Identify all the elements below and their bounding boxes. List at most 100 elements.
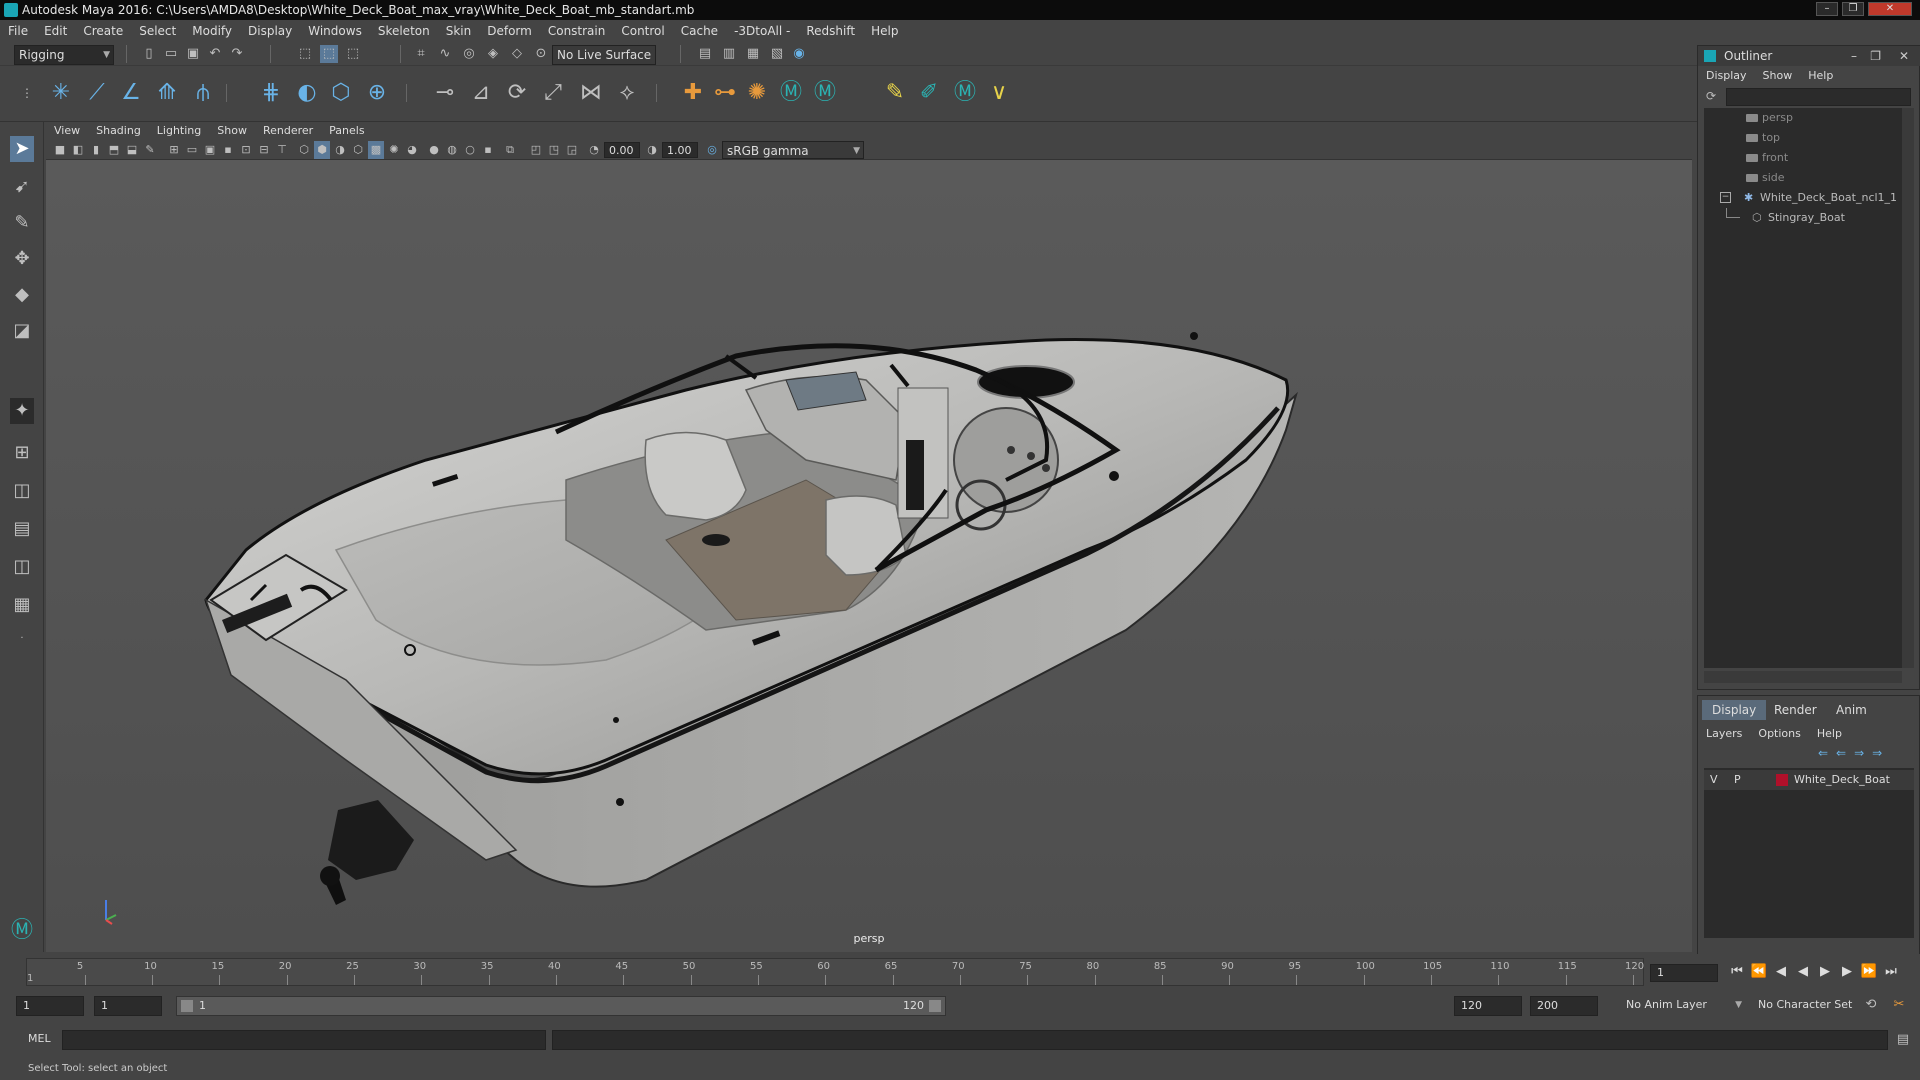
outliner-horizontal-scrollbar[interactable] [1704, 671, 1902, 683]
select-tool-icon[interactable]: ➤ [10, 136, 34, 162]
viewport-menu-panels[interactable]: Panels [321, 122, 372, 140]
menu-skin[interactable]: Skin [438, 20, 480, 42]
set-driven-key-icon[interactable]: ⊶ [710, 78, 740, 108]
menu-edit[interactable]: Edit [36, 20, 75, 42]
safe-title-icon[interactable]: ⊤ [274, 141, 290, 159]
current-frame-field[interactable]: 1 [1650, 964, 1718, 982]
minimize-button[interactable]: – [1816, 2, 1838, 16]
new-scene-icon[interactable]: ▯ [140, 45, 158, 63]
menu-constrain[interactable]: Constrain [540, 20, 614, 42]
maximize-button[interactable]: ❐ [1842, 2, 1864, 16]
render-globe-icon[interactable]: ◉ [790, 45, 808, 63]
menu-create[interactable]: Create [75, 20, 131, 42]
menuset-dropdown[interactable]: Rigging ▼ [14, 45, 114, 65]
snap-pivot-icon[interactable]: ⊙ [532, 45, 550, 63]
outliner-minimize-icon[interactable]: – [1851, 46, 1857, 66]
viewport-persp[interactable]: persp [46, 160, 1692, 952]
tab-display[interactable]: Display [1702, 700, 1767, 720]
isolate-select-icon[interactable]: ⧉ [502, 141, 518, 159]
single-view-icon[interactable]: ✦ [10, 398, 34, 424]
end-time-field[interactable]: 200 [1530, 996, 1598, 1016]
two-view-icon[interactable]: ◫ [10, 478, 34, 504]
outliner-item-stingray-boat[interactable]: ⬡ Stingray_Boat [1704, 208, 1902, 228]
xray-joints-icon[interactable]: ◳ [546, 141, 562, 159]
move-tool-icon[interactable]: ✥ [10, 246, 34, 272]
collapse-icon[interactable]: − [1720, 192, 1731, 203]
use-default-material-icon[interactable]: ◑ [332, 141, 348, 159]
xray-components-icon[interactable]: ◲ [564, 141, 580, 159]
auto-key-icon[interactable]: ⟲ [1862, 996, 1880, 1014]
mirror-joint-icon[interactable]: ⫛ [188, 78, 218, 108]
select-hierarchy-icon[interactable]: ⬚ [296, 45, 314, 63]
outliner-layout-icon[interactable]: ▤ [10, 516, 34, 542]
outliner-maximize-icon[interactable]: ❐ [1870, 46, 1881, 66]
rotate-tool-icon[interactable]: ◆ [10, 282, 34, 308]
field-chart-icon[interactable]: ⊡ [238, 141, 254, 159]
exposure-icon[interactable]: ◔ [586, 141, 602, 159]
motion-blur-icon[interactable]: ◍ [444, 141, 460, 159]
anim-layer-dropdown[interactable]: No Anim Layer ▼ [1620, 996, 1744, 1016]
snap-grid-icon[interactable]: ⌗ [412, 45, 430, 63]
layer-row-white-deck-boat[interactable]: V P White_Deck_Boat [1704, 770, 1914, 790]
menu-skeleton[interactable]: Skeleton [370, 20, 438, 42]
gate-mask-icon[interactable]: ▪ [220, 141, 236, 159]
bind-skin-icon[interactable]: ⋕ [256, 78, 286, 108]
lattice-icon[interactable]: ⬡ [326, 78, 356, 108]
character-set-dropdown[interactable]: No Character Set [1752, 996, 1862, 1016]
outliner-vertical-scrollbar[interactable] [1902, 108, 1914, 668]
paint-select-tool-icon[interactable]: ✎ [10, 210, 34, 236]
depth-of-field-icon[interactable]: ▪ [480, 141, 496, 159]
menu-file[interactable]: File [0, 20, 36, 42]
outliner-item-side[interactable]: side [1704, 168, 1902, 188]
viewport-menu-shading[interactable]: Shading [88, 122, 149, 140]
step-back-frame-icon[interactable]: ◀︎ [1770, 964, 1792, 979]
outliner-close-icon[interactable]: ✕ [1899, 46, 1909, 66]
graph-layout-icon[interactable]: ◫ [10, 554, 34, 580]
undo-icon[interactable]: ↶ [206, 45, 224, 63]
four-view-icon[interactable]: ⊞ [10, 440, 34, 466]
play-back-icon[interactable]: ◀ [1792, 964, 1814, 979]
step-forward-frame-icon[interactable]: ▶︎ [1836, 964, 1858, 979]
live-surface-field[interactable]: No Live Surface [552, 45, 656, 65]
smooth-shade-icon[interactable]: ⬢ [314, 141, 330, 159]
ik-handle-icon[interactable]: ⟋ [82, 78, 112, 108]
maya-tool-c-icon[interactable]: Ⓜ [950, 78, 980, 108]
range-handle-start[interactable] [181, 1000, 193, 1012]
go-to-start-icon[interactable]: ⏮ [1726, 964, 1748, 979]
gamma-field[interactable]: 1.00 [662, 142, 698, 158]
play-forward-icon[interactable]: ▶ [1814, 964, 1836, 979]
open-scene-icon[interactable]: ▭ [162, 45, 180, 63]
layers-menu-help[interactable]: Help [1809, 724, 1850, 744]
safe-action-icon[interactable]: ⊟ [256, 141, 272, 159]
ik-spline-icon[interactable]: ∠ [116, 78, 146, 108]
menu-3dtoall[interactable]: -3DtoAll - [726, 20, 798, 42]
menu-deform[interactable]: Deform [479, 20, 540, 42]
scale-tool-icon[interactable]: ◪ [10, 318, 34, 344]
viewport-menu-renderer[interactable]: Renderer [255, 122, 321, 140]
outliner-filter-icon[interactable]: ⟳ [1706, 89, 1716, 103]
close-button[interactable]: ✕ [1868, 2, 1912, 16]
step-back-key-icon[interactable]: ⏪ [1748, 964, 1770, 979]
select-component-icon[interactable]: ⬚ [344, 45, 362, 63]
parent-constraint-icon[interactable]: ⋈ [576, 78, 606, 108]
two-d-pan-icon[interactable]: ⬓ [124, 141, 140, 159]
gamma-icon[interactable]: ◑ [644, 141, 660, 159]
image-plane-icon[interactable]: ⬒ [106, 141, 122, 159]
viewport-menu-lighting[interactable]: Lighting [149, 122, 209, 140]
camera-icon[interactable]: ■ [52, 141, 68, 159]
menu-redshift[interactable]: Redshift [798, 20, 863, 42]
vertex-tool-icon[interactable]: ∨ [984, 78, 1014, 108]
time-ruler[interactable]: 1 5 10 15 20 25 30 35 40 45 50 55 60 65 70 75 80 85 90 95 1… [26, 958, 1644, 986]
outliner-item-top[interactable]: top [1704, 128, 1902, 148]
start-time-field[interactable]: 1 [16, 996, 84, 1016]
viewport-menu-show[interactable]: Show [209, 122, 255, 140]
color-management-icon[interactable]: ◎ [704, 141, 720, 159]
layers-menu-options[interactable]: Options [1750, 724, 1808, 744]
tab-anim[interactable]: Anim [1826, 700, 1877, 720]
lasso-tool-icon[interactable]: ➹ [10, 174, 34, 200]
viewport-menu-view[interactable]: View [46, 122, 88, 140]
blend-shape-icon[interactable]: ✺ [742, 78, 772, 108]
playback-end-field[interactable]: 120 [1454, 996, 1522, 1016]
tab-render[interactable]: Render [1764, 700, 1827, 720]
joint-tool-icon[interactable]: ✳ [46, 78, 76, 108]
